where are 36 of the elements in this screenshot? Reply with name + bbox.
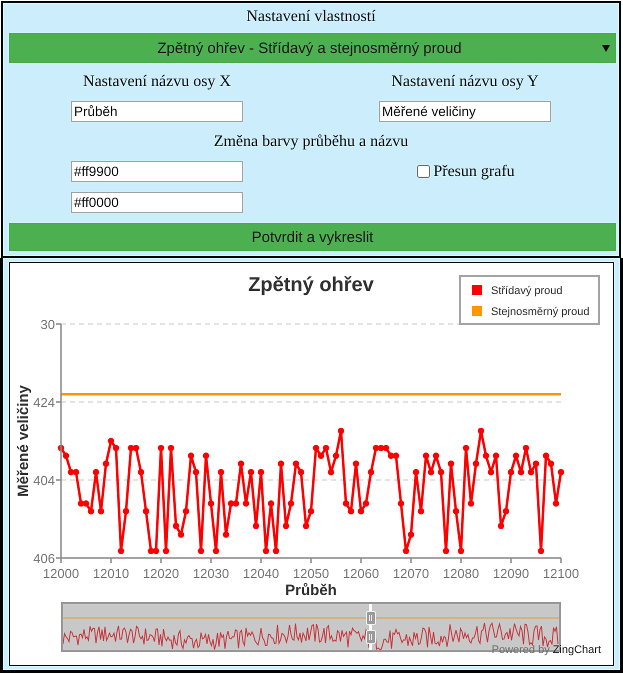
chart-title: Zpětný ohřev [248, 274, 374, 296]
y-tick-label: 406 [33, 551, 55, 566]
range-handle[interactable] [365, 604, 376, 650]
submit-button[interactable]: Potvrdit a vykreslit [9, 223, 616, 251]
chart-select[interactable]: Zpětný ohřev - Střídavý a stejnosměrný proud [9, 33, 616, 63]
checkbox[interactable] [417, 165, 430, 178]
y-axis-title: Měřené veličiny [15, 385, 32, 497]
legend-label[interactable]: Střídavý proud [491, 285, 563, 297]
x-axis-title: Průběh [285, 582, 337, 599]
x-tick-label: 12020 [142, 566, 180, 581]
x-tick-label: 12000 [42, 566, 80, 581]
y-tick-label: 404 [33, 473, 55, 488]
x-tick-label: 12080 [442, 566, 480, 581]
panel-title: Nastavení vlastností [246, 7, 376, 26]
x-tick-label: 12060 [342, 566, 380, 581]
x-tick-label: 12070 [392, 566, 430, 581]
x-tick-label: 12010 [92, 566, 130, 581]
brand-link[interactable]: ZingChart [552, 644, 601, 656]
text-field[interactable]: Měřené veličiny [379, 101, 551, 122]
y-tick-label: 30 [40, 317, 55, 332]
text-field[interactable]: #ff9900 [71, 161, 243, 182]
legend-label[interactable]: Stejnosměrný proud [491, 306, 590, 318]
text-field[interactable]: Průběh [71, 101, 243, 122]
x-tick-label: 12100 [542, 566, 580, 581]
text-field[interactable]: #ff0000 [71, 192, 243, 213]
field-label: Nastavení názvu osy X [83, 72, 231, 91]
caret-icon [602, 44, 610, 52]
x-tick-label: 12050 [292, 566, 330, 581]
checkbox-label[interactable]: Přesun grafu [433, 162, 515, 181]
field-label: Nastavení názvu osy Y [391, 72, 539, 91]
x-tick-label: 12030 [192, 566, 230, 581]
field-label: Změna barvy průběhu a názvu [214, 132, 408, 151]
x-tick-label: 12040 [242, 566, 280, 581]
x-tick-label: 12090 [492, 566, 530, 581]
y-tick-label: 424 [33, 395, 55, 410]
credit-text: Powered by [492, 644, 550, 656]
